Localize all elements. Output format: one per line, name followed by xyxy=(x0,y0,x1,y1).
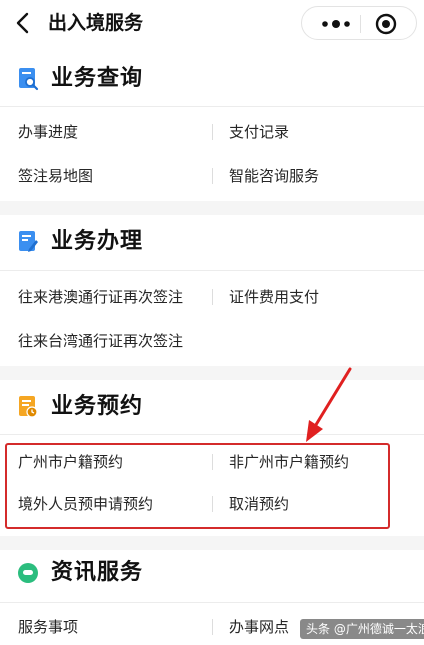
top-bar: 出入境服务 xyxy=(0,0,424,46)
divider xyxy=(0,602,424,603)
capsule-divider xyxy=(360,15,361,33)
section-header-info: 资讯服务 xyxy=(0,546,424,602)
red-arrow-icon xyxy=(306,367,352,442)
section-header-handling: 业务办理 xyxy=(0,215,424,271)
item-service-locations[interactable]: 办事网点 xyxy=(229,616,289,638)
section-header-query: 业务查询 xyxy=(0,52,424,108)
section-title: 业务查询 xyxy=(51,66,144,91)
more-icon[interactable] xyxy=(314,13,358,35)
back-arrow-icon[interactable] xyxy=(10,10,36,36)
column-divider xyxy=(212,124,213,140)
highlight-box xyxy=(5,443,390,529)
appointment-doc-icon xyxy=(19,396,38,418)
item-progress-query[interactable]: 办事进度 xyxy=(18,121,78,143)
section-title: 业务预约 xyxy=(51,394,144,419)
close-target-icon[interactable] xyxy=(374,12,398,36)
section-title: 资讯服务 xyxy=(51,560,144,585)
search-doc-icon xyxy=(19,68,39,91)
page-title: 出入境服务 xyxy=(48,12,144,34)
divider xyxy=(0,270,424,271)
edit-doc-icon xyxy=(19,231,38,252)
column-divider xyxy=(212,619,213,635)
watermark: 头条 @广州德诚一太浪 xyxy=(300,619,424,639)
item-fee-payment[interactable]: 证件费用支付 xyxy=(229,286,319,308)
column-divider xyxy=(212,289,213,305)
item-taiwan-endorsement[interactable]: 往来台湾通行证再次签注 xyxy=(18,330,183,352)
section-gap xyxy=(0,366,424,380)
item-service-matters[interactable]: 服务事项 xyxy=(18,616,78,638)
section-header-appointment: 业务预约 xyxy=(0,380,424,436)
divider xyxy=(0,434,424,435)
section-title: 业务办理 xyxy=(51,229,144,254)
chat-bubble-icon xyxy=(18,563,38,583)
item-hk-macau-endorsement[interactable]: 往来港澳通行证再次签注 xyxy=(18,286,183,308)
divider xyxy=(0,106,424,107)
item-payment-records[interactable]: 支付记录 xyxy=(229,121,289,143)
column-divider xyxy=(212,168,213,184)
item-smart-consult[interactable]: 智能咨询服务 xyxy=(229,165,319,187)
item-endorsement-map[interactable]: 签注易地图 xyxy=(18,165,93,187)
mini-program-capsule xyxy=(301,6,417,40)
section-gap xyxy=(0,201,424,215)
